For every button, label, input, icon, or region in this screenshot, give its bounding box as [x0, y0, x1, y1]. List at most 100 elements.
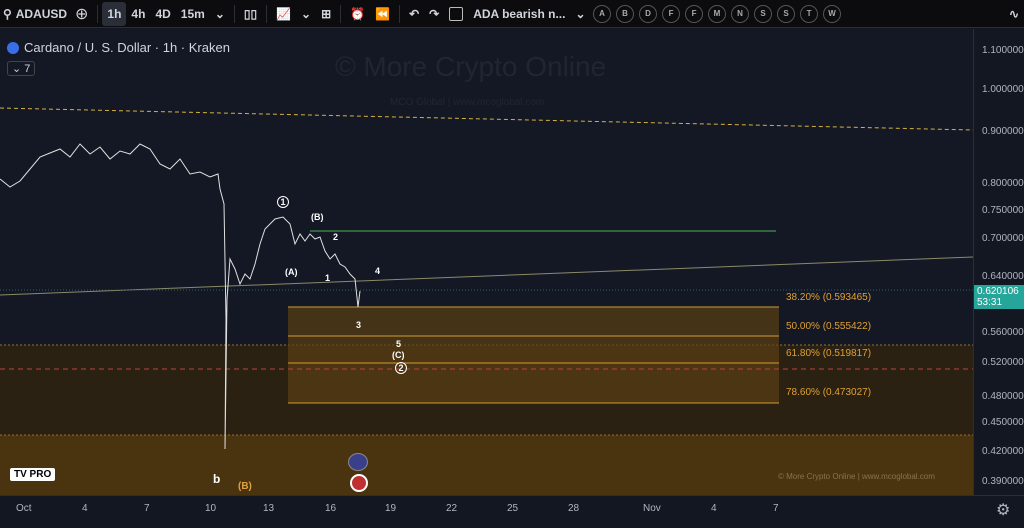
price-tick: 0.390000 — [982, 476, 1024, 487]
wave-label: (B) — [238, 481, 252, 492]
symbol-label: ADAUSD — [15, 6, 68, 21]
wave-label: 2 — [395, 362, 407, 374]
alarm-icon: ⏰ — [350, 6, 366, 21]
quick-letter-button[interactable]: W — [823, 4, 842, 23]
divider — [399, 4, 401, 23]
add-circle-icon: ⊕ — [75, 5, 89, 23]
time-tick: 7 — [773, 503, 779, 514]
price-tick: 0.450000 — [982, 417, 1024, 428]
price-tick: 1.100000 — [982, 45, 1024, 56]
candles-icon: ▯▯ — [243, 6, 258, 21]
divider — [97, 4, 99, 23]
quick-letter-button[interactable]: M — [708, 4, 727, 23]
top-toolbar: ⚲ ADAUSD ⊕ 1h 4h 4D 15m ⌄ ▯▯ 📈 ⌄ ⊞ ⏰ ⏪ ↶ … — [0, 0, 1024, 28]
price-tick: 0.420000 — [982, 446, 1024, 457]
layout-name[interactable]: ADA bearish n... — [468, 2, 570, 26]
wave-label: (C) — [392, 350, 405, 360]
wave-label: 4 — [375, 266, 381, 276]
time-tick: 19 — [385, 503, 397, 514]
fib-box — [288, 307, 779, 403]
resistance-line — [0, 107, 973, 131]
event-icon[interactable] — [348, 453, 368, 471]
drawing-tool-button[interactable]: ∿ — [1004, 2, 1024, 26]
settings-gear-icon[interactable]: ⚙ — [996, 500, 1010, 520]
wave-label: (B) — [311, 212, 324, 222]
grid-icon: ⊞ — [321, 6, 332, 21]
price-tick: 0.900000 — [982, 126, 1024, 137]
indicators-dropdown[interactable]: ⌄ — [296, 2, 316, 26]
indicators-count: 7 — [24, 63, 31, 75]
pattern-icon: ∿ — [1008, 6, 1019, 21]
quick-letter-button[interactable]: S — [754, 4, 773, 23]
quick-buttons: ABDFFMNSSTW — [591, 4, 844, 23]
chart-type-button[interactable]: ▯▯ — [239, 2, 262, 26]
indicators-button[interactable]: 📈 — [271, 2, 296, 26]
fib-label-382: 38.20% (0.593465) — [786, 292, 872, 303]
quick-letter-button[interactable]: D — [639, 4, 658, 23]
time-tick: 22 — [446, 503, 458, 514]
last-price-value: 0.620106 — [977, 286, 1019, 297]
price-tick: 0.700000 — [982, 233, 1024, 244]
watermark-footer: © More Crypto Online | www.mcoglobal.com — [778, 472, 935, 481]
tradingview-logo[interactable]: TV PRO — [10, 468, 56, 481]
wave-label: 5 — [396, 339, 402, 349]
quick-letter-button[interactable]: T — [800, 4, 819, 23]
interval-4d[interactable]: 4D — [150, 2, 175, 26]
chart-legend: Cardano / U. S. Dollar · 1h · Kraken — [7, 40, 230, 55]
layout-dropdown[interactable]: ⌄ — [570, 2, 590, 26]
time-tick: 25 — [507, 503, 519, 514]
wave-label: (A) — [285, 267, 298, 277]
alert-button[interactable]: ⏰ — [345, 2, 370, 26]
price-tick: 0.560000 — [982, 327, 1024, 338]
quick-letter-button[interactable]: A — [593, 4, 612, 23]
chevron-down-icon: ⌄ — [214, 6, 225, 21]
time-tick: Oct — [16, 503, 32, 514]
quick-letter-button[interactable]: F — [662, 4, 681, 23]
redo-button[interactable]: ↷ — [424, 2, 444, 26]
wave-label: b — [213, 472, 221, 486]
wave-label: 1 — [325, 273, 331, 283]
price-tick: 0.640000 — [982, 271, 1024, 282]
undo-icon: ↶ — [409, 6, 420, 21]
time-tick: Nov — [643, 503, 661, 514]
chart-area[interactable]: © More Crypto Online MCO Global | www.mc… — [0, 29, 973, 495]
quick-letter-button[interactable]: B — [616, 4, 635, 23]
time-tick: 16 — [325, 503, 337, 514]
time-axis[interactable]: ⚙ Oct 4 7 10 13 16 19 22 25 28 Nov 4 7 — [0, 495, 1024, 528]
price-tick: 1.000000 — [982, 84, 1024, 95]
templates-button[interactable]: ⊞ — [316, 2, 336, 26]
square-icon — [449, 6, 464, 21]
time-tick: 4 — [711, 503, 717, 514]
price-axis[interactable]: 0.390000 0.420000 0.450000 0.480000 0.520000… — [973, 29, 1024, 495]
time-tick: 4 — [82, 503, 88, 514]
interval-4h[interactable]: 4h — [126, 2, 150, 26]
compare-button[interactable]: ⊕ — [70, 2, 93, 26]
chevron-down-icon: ⌄ — [301, 6, 312, 21]
quick-letter-button[interactable]: F — [685, 4, 704, 23]
interval-dropdown[interactable]: ⌄ — [210, 2, 230, 26]
price-tick: 0.520000 — [982, 357, 1024, 368]
symbol-search[interactable]: ⚲ ADAUSD — [0, 2, 70, 26]
quick-letter-button[interactable]: N — [731, 4, 750, 23]
dividend-event-icon[interactable] — [350, 474, 368, 492]
wave-label: 3 — [356, 320, 362, 330]
undo-button[interactable]: ↶ — [404, 2, 424, 26]
bar-countdown: 53:31 — [977, 297, 1003, 308]
last-price-badge: 0.620106 53:31 — [974, 285, 1024, 309]
chevron-down-icon: ⌄ — [12, 63, 25, 75]
replay-button[interactable]: ⏪ — [370, 2, 395, 26]
chevron-down-icon: ⌄ — [575, 6, 586, 21]
fib-label-618: 61.80% (0.519817) — [786, 348, 872, 359]
interval-1h[interactable]: 1h — [102, 1, 127, 26]
fullscreen-button[interactable] — [444, 2, 468, 26]
interval-15m[interactable]: 15m — [176, 2, 210, 26]
cardano-icon — [7, 41, 19, 54]
divider — [340, 4, 342, 23]
time-tick: 7 — [144, 503, 150, 514]
indicators-toggle[interactable]: ⌄ 7 — [7, 61, 36, 76]
indicators-icon: 📈 — [276, 6, 292, 21]
redo-icon: ↷ — [429, 6, 440, 21]
time-tick: 13 — [263, 503, 275, 514]
quick-letter-button[interactable]: S — [777, 4, 796, 23]
zone-lower — [0, 435, 973, 495]
